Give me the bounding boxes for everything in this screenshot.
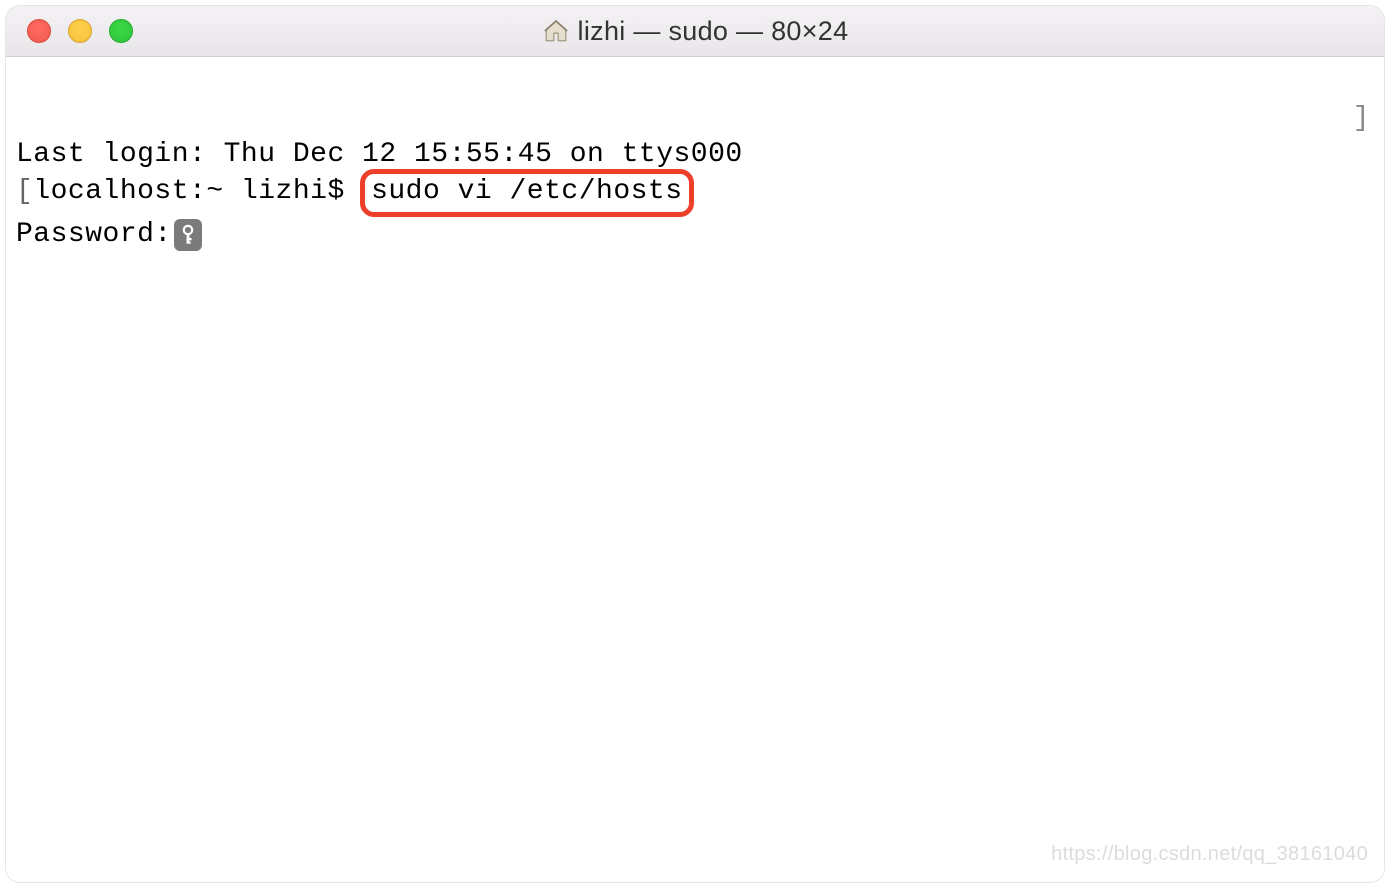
window-title: lizhi — sudo — 80×24	[6, 16, 1384, 47]
prompt-bracket: [	[16, 176, 33, 207]
command-highlight: sudo vi /etc/hosts	[360, 169, 693, 217]
password-label: Password:	[16, 217, 172, 253]
zoom-button[interactable]	[109, 19, 133, 43]
terminal-window: lizhi — sudo — 80×24 Last login: Thu Dec…	[6, 6, 1384, 882]
prompt-line: [localhost:~ lizhi$ sudo vi /etc/hosts	[16, 173, 1376, 217]
key-icon	[174, 219, 202, 251]
watermark-text: https://blog.csdn.net/qq_38161040	[1051, 836, 1368, 872]
shell-prompt: localhost:~ lizhi$	[33, 176, 362, 207]
window-title-text: lizhi — sudo — 80×24	[578, 16, 849, 47]
window-titlebar[interactable]: lizhi — sudo — 80×24	[6, 6, 1384, 57]
password-line: Password:	[16, 217, 1376, 253]
last-login-line: Last login: Thu Dec 12 15:55:45 on ttys0…	[16, 137, 1376, 173]
command-text: sudo vi /etc/hosts	[371, 176, 682, 207]
home-icon	[542, 17, 570, 45]
prompt-close-bracket: ]	[1353, 101, 1370, 137]
terminal-content[interactable]: Last login: Thu Dec 12 15:55:45 on ttys0…	[6, 57, 1384, 882]
minimize-button[interactable]	[68, 19, 92, 43]
traffic-lights	[27, 19, 133, 43]
close-button[interactable]	[27, 19, 51, 43]
